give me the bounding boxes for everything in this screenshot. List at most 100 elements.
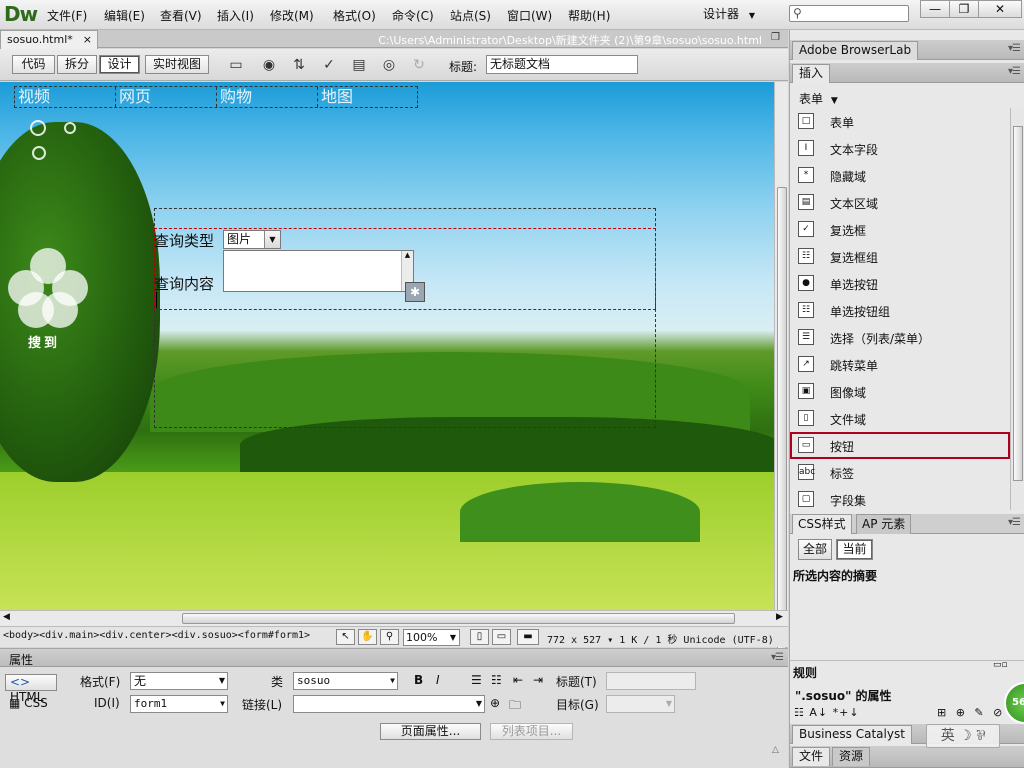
scroll-left-icon[interactable]: ◀ [3,612,10,622]
files-tab[interactable]: 文件 [792,747,831,766]
ordered-list-icon[interactable]: ☷ [491,673,502,687]
scrollbar-thumb[interactable] [182,613,735,624]
insert-panel-header[interactable]: 插入 ▾☰ [790,63,1024,83]
menu-modify[interactable]: 修改(M) [270,7,314,24]
css-styles-tab[interactable]: CSS样式 [792,514,852,534]
insert-item[interactable]: ▤ 文本区域 [790,189,1010,216]
panel-menu-icon[interactable]: ▾☰ [1008,66,1021,77]
close-tab-icon[interactable]: × [83,31,92,48]
css-panel-header[interactable]: CSS样式 AP 元素 ▾☰ [790,514,1024,534]
format-select[interactable]: 无 ▼ [130,672,228,690]
tablet-size-icon[interactable]: ▭ [492,629,511,645]
properties-header[interactable]: 属性 ▾☰ [0,649,788,667]
nav-item-shopping[interactable]: 购物 [217,87,318,107]
scrollbar-thumb[interactable] [1013,126,1023,481]
panel-menu-icon[interactable]: ▾☰ [771,652,784,663]
browse-folder-icon[interactable]: 🗀 [509,696,521,717]
target-select[interactable]: ▼ [606,695,675,713]
css-mode-button[interactable]: ▦ CSS [5,696,57,713]
query-type-select[interactable]: 图片 ▼ [223,230,281,249]
insert-item[interactable]: I 文本字段 [790,135,1010,162]
element-handle-icon[interactable]: ✱ [405,282,425,302]
insert-item[interactable]: ☷ 单选按钮组 [790,297,1010,324]
ap-elements-tab[interactable]: AP 元素 [856,514,912,534]
nav-item-video[interactable]: 视频 [15,87,116,107]
assets-tab[interactable]: 资源 [832,747,871,766]
help-search-input[interactable]: ⚲ [789,5,909,22]
insert-item[interactable]: ▯ 文件域 [790,405,1010,432]
link-input[interactable]: ▼ [293,695,485,713]
design-canvas[interactable]: 搜到 视频 网页 购物 地图 查询类型 图片 ▼ 查询内容 ▲ ✱ [0,82,774,610]
title-attr-input[interactable] [606,672,696,690]
html-mode-button[interactable]: <> HTML [5,674,57,704]
collapse-properties-icon[interactable]: △ [772,745,779,755]
design-view-button[interactable]: 设计 [99,55,140,74]
unordered-list-icon[interactable]: ☰ [471,673,482,687]
query-content-textarea[interactable]: ▲ [223,250,414,292]
zoom-tool-icon[interactable]: ⚲ [380,629,399,645]
menu-window[interactable]: 窗口(W) [507,7,552,24]
business-catalyst-tab[interactable]: Business Catalyst [792,725,912,744]
file-management-icon[interactable]: ⇅ [288,57,310,75]
insert-item[interactable]: ● 单选按钮 [790,270,1010,297]
insert-item[interactable]: ▭ 按钮 [790,432,1010,459]
nav-item-web[interactable]: 网页 [116,87,217,107]
inspect-icon[interactable]: ◎ [378,57,400,75]
insert-category-select[interactable]: 表单 ▼ [799,90,838,107]
ime-toolbar[interactable]: 英 ☽ ⅌ [926,724,1000,748]
restore-document-icon[interactable]: ❐ [771,32,780,43]
panel-menu-icon[interactable]: ▾☰ [1008,43,1021,54]
css-view-toggle-icons[interactable]: ☷ A↓ *+↓ [794,706,860,719]
rules-toggle-icon[interactable]: ▭▫ [993,660,1008,670]
menu-help[interactable]: 帮助(H) [568,7,610,24]
insert-scrollbar[interactable] [1010,108,1024,510]
menu-edit[interactable]: 编辑(E) [104,7,145,24]
canvas-horizontal-scrollbar[interactable]: ◀ ▶ [0,610,788,626]
menu-file[interactable]: 文件(F) [47,7,87,24]
canvas-vertical-scrollbar[interactable] [774,82,788,687]
css-all-button[interactable]: 全部 [798,539,832,560]
page-properties-button[interactable]: 页面属性... [380,723,481,740]
italic-button[interactable]: I [436,673,440,687]
menu-site[interactable]: 站点(S) [450,7,491,24]
preview-browser-icon[interactable]: ◉ [258,57,280,75]
menu-commands[interactable]: 命令(C) [392,7,434,24]
pointer-tool-icon[interactable]: ↖ [336,629,355,645]
check-compatibility-icon[interactable]: ✓ [318,57,340,75]
class-select[interactable]: sosuo ▼ [293,672,398,690]
insert-item[interactable]: □ 表单 [790,108,1010,135]
live-view-button[interactable]: 实时视图 [145,55,209,74]
bold-button[interactable]: B [414,673,423,687]
restore-button[interactable]: ❐ [949,0,979,18]
insert-item[interactable]: ▢ 字段集 [790,486,1010,510]
insert-item[interactable]: * 隐藏域 [790,162,1010,189]
window-size-info[interactable]: 772 x 527 ▾ 1 K / 1 秒 Unicode (UTF-8) [547,631,774,646]
insert-item[interactable]: ☰ 选择（列表/菜单） [790,324,1010,351]
document-title-input[interactable]: 无标题文档 [486,55,638,74]
files-panel-header[interactable]: 文件 资源 [790,746,1024,768]
id-select[interactable]: form1 ▼ [130,695,228,713]
document-tab[interactable]: sosuo.html* × [0,30,98,49]
panel-menu-icon[interactable]: ▾☰ [1008,517,1021,528]
visual-aids-icon[interactable]: ▤ [348,57,370,75]
mobile-size-icon[interactable]: ▯ [470,629,489,645]
insert-tab[interactable]: 插入 [792,64,831,83]
close-window-button[interactable]: ✕ [978,0,1022,18]
split-view-button[interactable]: 拆分 [57,55,97,74]
menu-view[interactable]: 查看(V) [160,7,202,24]
list-item-button[interactable]: 列表项目... [490,723,573,740]
refresh-icon[interactable]: ↻ [408,57,430,75]
desktop-size-icon[interactable]: ▬ [517,629,539,645]
code-view-button[interactable]: 代码 [12,55,55,74]
menu-format[interactable]: 格式(O) [333,7,376,24]
browserlab-tab[interactable]: Adobe BrowserLab [792,41,919,60]
indent-icon[interactable]: ⇥ [533,673,543,687]
tag-selector[interactable]: <body><div.main><div.center><div.sosuo><… [3,630,310,641]
css-current-button[interactable]: 当前 [836,539,873,560]
scroll-right-icon[interactable]: ▶ [776,612,783,622]
multiscreen-icon[interactable]: ▭ [225,57,247,75]
workspace-switcher[interactable]: 设计器 ▼ [703,5,778,23]
insert-item[interactable]: ▣ 图像域 [790,378,1010,405]
insert-item[interactable]: ☷ 复选框组 [790,243,1010,270]
browserlab-panel-header[interactable]: Adobe BrowserLab ▾☰ [790,40,1024,60]
